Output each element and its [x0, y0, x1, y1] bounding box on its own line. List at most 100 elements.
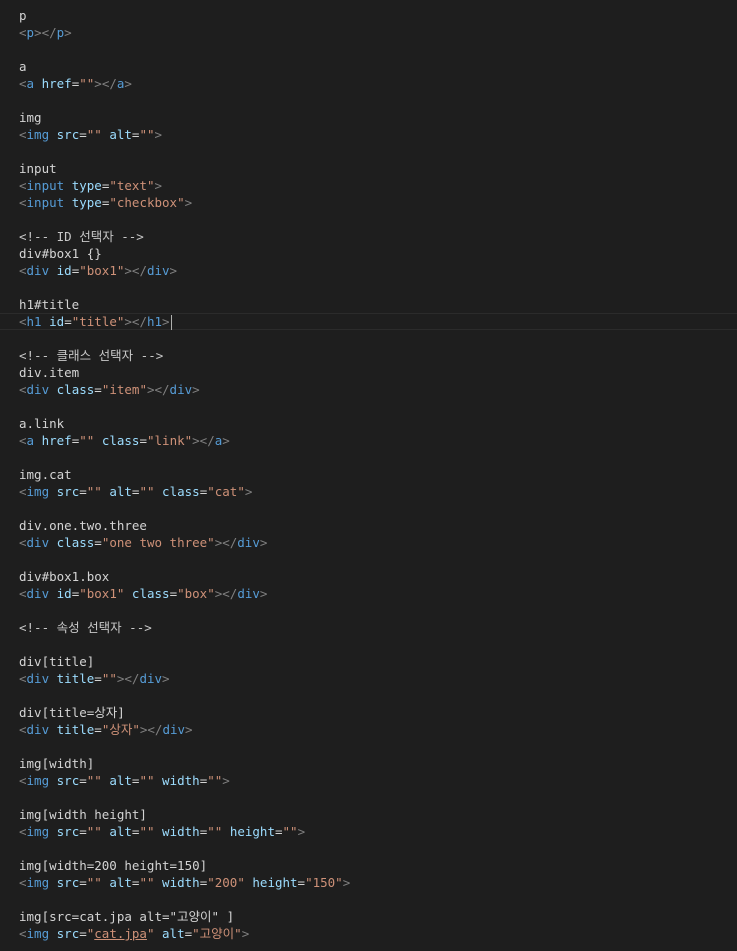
syntax-token: p [26, 25, 35, 40]
code-line[interactable]: div[title] [0, 653, 737, 670]
code-editor[interactable]: p <p></p> a <a href=""></a> img <img src="" a… [0, 0, 737, 951]
syntax-token: < [19, 484, 27, 499]
syntax-token: = [94, 535, 102, 550]
syntax-token: "item" [101, 382, 147, 397]
syntax-token: < [19, 773, 27, 788]
syntax-token: div [26, 382, 50, 397]
syntax-token: alt [109, 875, 132, 890]
syntax-token: src [56, 824, 80, 839]
syntax-token: a.link [19, 416, 65, 431]
code-line[interactable]: <!-- ID 선택자 --> [0, 228, 737, 245]
code-line-text: <div title="상자"></div> [19, 721, 193, 738]
code-line[interactable]: a.link [0, 415, 737, 432]
code-line[interactable]: <img src="" alt="" width="" height=""> [0, 823, 737, 840]
syntax-token: src [56, 773, 80, 788]
syntax-token [34, 76, 42, 91]
syntax-token [34, 433, 42, 448]
syntax-token: img [19, 110, 42, 125]
syntax-token: href [41, 433, 72, 448]
syntax-token: < [19, 263, 27, 278]
syntax-token: a [19, 59, 27, 74]
code-line[interactable]: <div title="상자"></div> [0, 721, 737, 738]
syntax-token: href [41, 76, 72, 91]
syntax-token [49, 127, 57, 142]
syntax-token: "checkbox" [109, 195, 185, 210]
syntax-token: < [19, 178, 27, 193]
syntax-token: id [56, 586, 72, 601]
syntax-token: img [26, 484, 50, 499]
code-line[interactable]: img [0, 109, 737, 126]
syntax-token: div [26, 535, 50, 550]
syntax-token: img [26, 926, 50, 941]
code-line[interactable]: <input type="checkbox"> [0, 194, 737, 211]
syntax-token: > [64, 25, 72, 40]
syntax-token: "" [86, 484, 102, 499]
active-code-line[interactable]: <h1 id="title"></h1> [0, 313, 737, 330]
code-line[interactable]: <img src="" alt="" width="200" height="1… [0, 874, 737, 891]
code-line[interactable]: a [0, 58, 737, 75]
syntax-token: = [64, 314, 72, 329]
syntax-token: <!-- 클래스 선택자 --> [19, 348, 164, 363]
code-line[interactable]: img[width=200 height=150] [0, 857, 737, 874]
syntax-token: = [94, 671, 102, 686]
code-line[interactable]: <img src="" alt="" width=""> [0, 772, 737, 789]
syntax-token: > [154, 178, 163, 193]
code-line[interactable]: img[width height] [0, 806, 737, 823]
code-line[interactable]: h1#title [0, 296, 737, 313]
syntax-token: "title" [71, 314, 125, 329]
code-line[interactable]: img[width] [0, 755, 737, 772]
syntax-token: div.item [19, 365, 80, 380]
code-line[interactable]: <div id="box1"></div> [0, 262, 737, 279]
code-line[interactable]: <input type="text"> [0, 177, 737, 194]
text-cursor [170, 315, 172, 330]
code-line[interactable]: <img src="" alt="" class="cat"> [0, 483, 737, 500]
syntax-token: "" [139, 824, 155, 839]
syntax-token: "box1" [79, 263, 125, 278]
code-line[interactable]: <p></p> [0, 24, 737, 41]
syntax-token: src [56, 875, 80, 890]
syntax-token: "" [101, 671, 117, 686]
code-line[interactable]: p [0, 7, 737, 24]
syntax-token: div[title=상자] [19, 705, 125, 720]
code-line[interactable]: div#box1 {} [0, 245, 737, 262]
syntax-token [64, 195, 72, 210]
syntax-token: ></ [146, 382, 170, 397]
code-line[interactable]: div[title=상자] [0, 704, 737, 721]
syntax-token: = [297, 875, 306, 890]
syntax-token: "150" [305, 875, 343, 890]
syntax-token: > [169, 263, 178, 278]
syntax-token: img.cat [19, 467, 72, 482]
syntax-token [155, 773, 163, 788]
code-line[interactable]: img[src=cat.jpa alt="고양이" ] [0, 908, 737, 925]
code-line[interactable]: <div id="box1" class="box"></div> [0, 585, 737, 602]
syntax-token: "" [207, 824, 223, 839]
code-line-text: <a href="" class="link"></a> [19, 432, 230, 449]
syntax-token: < [19, 382, 27, 397]
code-line[interactable]: div.item [0, 364, 737, 381]
code-line[interactable]: <img src="cat.jpa" alt="고양이"> [0, 925, 737, 942]
syntax-token: h1#title [19, 297, 80, 312]
code-line[interactable]: div#box1.box [0, 568, 737, 585]
code-line[interactable]: <a href=""></a> [0, 75, 737, 92]
code-line[interactable]: <div class="one two three"></div> [0, 534, 737, 551]
code-line[interactable]: <div title=""></div> [0, 670, 737, 687]
code-line-text: <div class="one two three"></div> [19, 534, 267, 551]
syntax-token: div [162, 722, 186, 737]
code-line[interactable]: <img src="" alt=""> [0, 126, 737, 143]
syntax-token: "" [79, 433, 95, 448]
code-line[interactable]: <!-- 클래스 선택자 --> [0, 347, 737, 364]
syntax-token: < [19, 586, 27, 601]
code-line[interactable]: img.cat [0, 466, 737, 483]
syntax-token: < [19, 875, 27, 890]
syntax-token: img[src=cat.jpa alt="고양이" ] [19, 909, 235, 924]
code-line[interactable]: div.one.two.three [0, 517, 737, 534]
code-line[interactable]: input [0, 160, 737, 177]
syntax-token: title [56, 722, 95, 737]
code-line[interactable]: <!-- 속성 선택자 --> [0, 619, 737, 636]
syntax-token: ></ [214, 535, 238, 550]
code-line[interactable]: <div class="item"></div> [0, 381, 737, 398]
syntax-token: id [49, 314, 65, 329]
syntax-token [49, 671, 57, 686]
syntax-token: > [222, 773, 230, 788]
code-line[interactable]: <a href="" class="link"></a> [0, 432, 737, 449]
